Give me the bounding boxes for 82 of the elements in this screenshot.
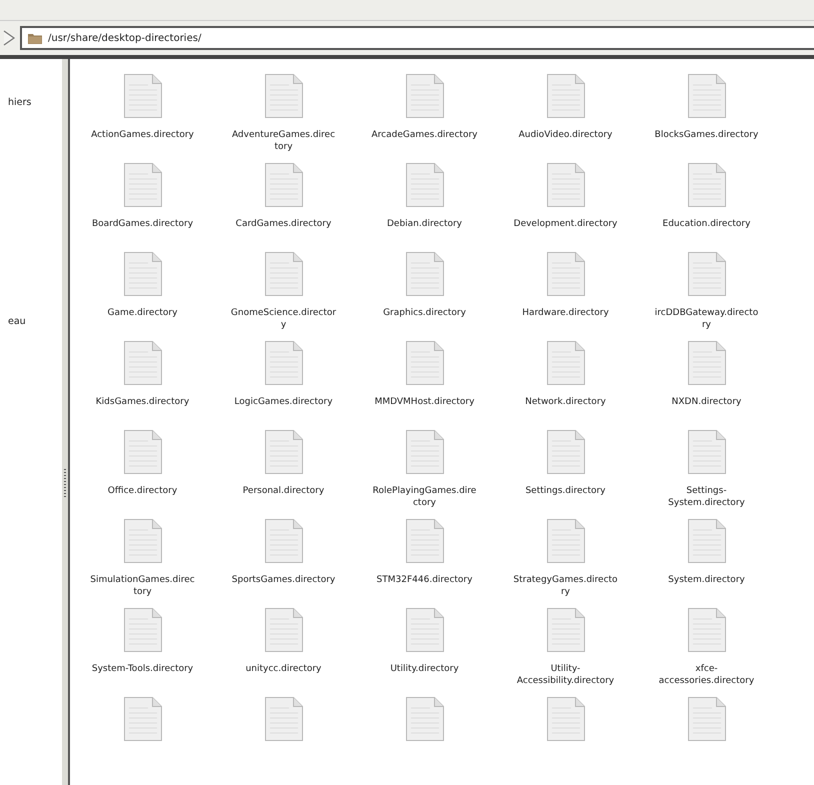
document-icon xyxy=(686,429,726,475)
file-name[interactable]: Debian.directory xyxy=(372,218,478,230)
document-icon xyxy=(546,73,586,119)
document-icon xyxy=(686,251,726,297)
file-name[interactable]: BlocksGames.directory xyxy=(654,129,760,141)
file-name[interactable]: CardGames.directory xyxy=(230,218,336,230)
document-icon xyxy=(264,429,304,475)
document-icon xyxy=(404,518,444,564)
file-name[interactable]: Utility.directory xyxy=(372,663,478,675)
file-name[interactable]: SportsGames.directory xyxy=(230,574,336,586)
document-icon xyxy=(404,162,444,208)
document-icon xyxy=(122,251,162,297)
file-name[interactable]: SimulationGames.directory xyxy=(90,574,196,598)
document-icon xyxy=(404,251,444,297)
file-name[interactable]: GnomeScience.directory xyxy=(230,307,336,331)
address-field[interactable]: /usr/share/desktop-directories/ xyxy=(20,26,814,50)
file-name[interactable]: unitycc.directory xyxy=(230,663,336,675)
document-icon xyxy=(122,696,162,742)
file-name[interactable]: StrategyGames.directory xyxy=(512,574,618,598)
sidebar-item[interactable]: hiers xyxy=(0,97,62,108)
document-icon xyxy=(122,73,162,119)
document-icon xyxy=(264,251,304,297)
file-name[interactable]: Game.directory xyxy=(90,307,196,319)
document-icon xyxy=(546,696,586,742)
document-icon xyxy=(264,162,304,208)
file-name[interactable]: ircDDBGateway.directory xyxy=(654,307,760,331)
document-icon xyxy=(546,429,586,475)
document-icon xyxy=(122,429,162,475)
document-icon xyxy=(404,696,444,742)
file-name[interactable]: System.directory xyxy=(654,574,760,586)
sidebar-item[interactable]: eau xyxy=(0,316,62,327)
document-icon xyxy=(264,607,304,653)
document-icon xyxy=(546,607,586,653)
file-name[interactable]: xfce-accessories.directory xyxy=(654,663,760,687)
document-icon xyxy=(404,607,444,653)
file-name[interactable]: LogicGames.directory xyxy=(230,396,336,408)
document-icon xyxy=(686,518,726,564)
document-icon xyxy=(686,340,726,386)
file-name[interactable]: Network.directory xyxy=(512,396,618,408)
file-name[interactable]: MMDVMHost.directory xyxy=(372,396,478,408)
document-icon xyxy=(404,340,444,386)
document-icon xyxy=(686,696,726,742)
path-text: /usr/share/desktop-directories/ xyxy=(48,32,202,44)
file-name[interactable]: Personal.directory xyxy=(230,485,336,497)
file-name[interactable]: ActionGames.directory xyxy=(90,129,196,141)
document-icon xyxy=(122,340,162,386)
document-icon xyxy=(264,73,304,119)
file-name[interactable]: ArcadeGames.directory xyxy=(372,129,478,141)
document-icon xyxy=(264,518,304,564)
file-name[interactable]: Hardware.directory xyxy=(512,307,618,319)
file-name[interactable]: RolePlayingGames.directory xyxy=(372,485,478,509)
document-icon xyxy=(122,518,162,564)
folder-icon xyxy=(28,32,42,44)
file-name[interactable]: Settings.directory xyxy=(512,485,618,497)
document-icon xyxy=(264,340,304,386)
file-name[interactable]: System-Tools.directory xyxy=(90,663,196,675)
file-name[interactable]: Utility-Accessibility.directory xyxy=(512,663,618,687)
file-name[interactable]: Development.directory xyxy=(512,218,618,230)
nav-arrow-icon[interactable] xyxy=(2,29,16,47)
file-name[interactable]: STM32F446.directory xyxy=(372,574,478,586)
file-name[interactable]: BoardGames.directory xyxy=(90,218,196,230)
file-name[interactable]: NXDN.directory xyxy=(654,396,760,408)
document-icon xyxy=(404,429,444,475)
document-icon xyxy=(404,73,444,119)
document-icon xyxy=(122,607,162,653)
file-name[interactable]: AdventureGames.directory xyxy=(230,129,336,153)
document-icon xyxy=(686,73,726,119)
pane-splitter[interactable] xyxy=(62,59,70,785)
file-name[interactable]: AudioVideo.directory xyxy=(512,129,618,141)
document-icon xyxy=(546,251,586,297)
document-icon xyxy=(122,162,162,208)
document-icon xyxy=(546,340,586,386)
document-icon xyxy=(546,162,586,208)
file-name[interactable]: Settings-System.directory xyxy=(654,485,760,509)
document-icon xyxy=(546,518,586,564)
document-icon xyxy=(686,607,726,653)
file-name[interactable]: Education.directory xyxy=(654,218,760,230)
file-name[interactable]: Office.directory xyxy=(90,485,196,497)
document-icon xyxy=(686,162,726,208)
file-name[interactable]: KidsGames.directory xyxy=(90,396,196,408)
file-name[interactable]: Graphics.directory xyxy=(372,307,478,319)
document-icon xyxy=(264,696,304,742)
